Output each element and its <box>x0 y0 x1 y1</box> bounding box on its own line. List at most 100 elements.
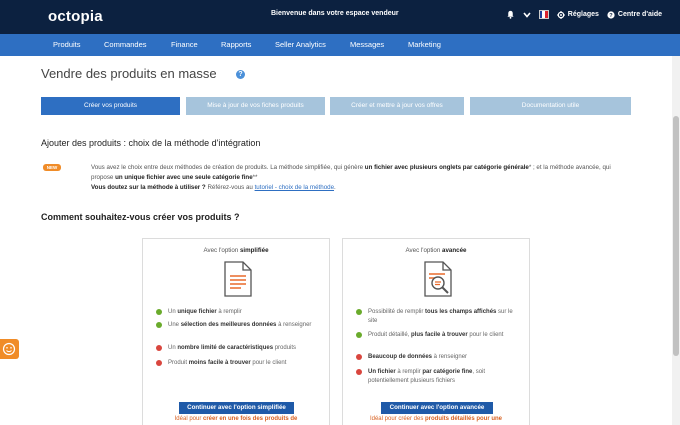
card-title-bold: simplifiée <box>239 247 269 254</box>
chat-widget-button[interactable] <box>0 339 19 359</box>
minus-icon <box>356 354 362 360</box>
check-icon <box>156 309 162 315</box>
feature-item: Un nombre limité de caractéristiques pro… <box>156 344 316 353</box>
feature-text-bold: tous les champs affichés <box>425 309 497 315</box>
feature-text-post: à remplir <box>216 309 242 315</box>
card-title-pre: Avec l'option <box>405 247 443 254</box>
tab-offres[interactable]: Créer et mettre à jour vos offres <box>330 97 464 115</box>
feature-item: Un unique fichier à remplir <box>156 308 316 317</box>
feature-item: Possibilité de remplir tous les champs a… <box>356 308 516 326</box>
feature-text-bold: moins facile à trouver <box>188 360 251 366</box>
help-circle-icon: ? <box>607 10 615 19</box>
minus-icon <box>156 360 162 366</box>
feature-text-post: pour le client <box>467 332 504 338</box>
option-card-avancee: Avec l'option avancée Possibilité de rem… <box>342 238 530 425</box>
feature-text-pre: Produit détaillé, <box>368 332 412 338</box>
feature-item: Beaucoup de données à renseigner <box>356 353 516 362</box>
intro-paragraph-1: Vous avez le choix entre deux méthodes d… <box>91 163 631 183</box>
intro-text: Vous avez le choix entre deux méthodes d… <box>91 163 631 193</box>
tab-documentation[interactable]: Documentation utile <box>470 97 631 115</box>
feature-text-pre: Une <box>168 322 181 328</box>
nav-item-finance[interactable]: Finance <box>171 40 198 49</box>
gear-icon <box>556 10 565 19</box>
feature-text-pre: Un <box>168 309 178 315</box>
check-icon <box>356 309 362 315</box>
feature-item: Un fichier à remplir par catégorie fine,… <box>356 368 516 386</box>
settings-label: Réglages <box>567 11 599 18</box>
option-card-simplifiee: Avec l'option simplifiée Un unique fichi… <box>142 238 330 425</box>
cta-note: Idéal pour créer en une fois des produit… <box>143 416 329 422</box>
feature-text-bold: unique fichier <box>177 309 217 315</box>
scrollbar-thumb[interactable] <box>673 116 679 356</box>
feature-text-pre: Produit <box>168 360 189 366</box>
cta-note: Idéal pour créer des produits détaillés … <box>343 416 529 422</box>
page-title: Vendre des produits en masse <box>41 66 217 81</box>
card-title-bold: avancée <box>442 247 467 254</box>
main-nav: Produits Commandes Finance Rapports Sell… <box>0 34 680 56</box>
feature-text-bold: nombre limité de caractéristiques <box>177 345 274 351</box>
feature-text-pre: Un <box>168 345 178 351</box>
card-title: Avec l'option simplifiée <box>143 247 329 254</box>
nav-item-rapports[interactable]: Rapports <box>221 40 251 49</box>
tab-creer-produits[interactable]: Créer vos produits <box>41 97 180 115</box>
chevron-down-icon[interactable] <box>523 11 531 18</box>
intro-paragraph-2: Vous doutez sur la méthode à utiliser ? … <box>91 183 631 193</box>
nav-item-marketing[interactable]: Marketing <box>408 40 441 49</box>
card-title: Avec l'option avancée <box>343 247 529 254</box>
feature-text-pre: Possibilité de remplir <box>368 309 426 315</box>
feature-item: Une sélection des meilleures données à r… <box>156 321 316 330</box>
card-title-pre: Avec l'option <box>203 247 240 254</box>
feature-item: Produit détaillé, plus facile à trouver … <box>356 331 516 340</box>
settings-link[interactable]: Réglages <box>556 10 599 19</box>
continue-avancee-button[interactable]: Continuer avec l'option avancée <box>381 402 493 414</box>
document-icon <box>224 261 252 297</box>
intro-text-1b: un fichier avec plusieurs onglets par ca… <box>364 164 529 171</box>
octopia-logo[interactable]: octopia <box>48 8 103 25</box>
nav-item-commandes[interactable]: Commandes <box>104 40 147 49</box>
feature-text-post: à renseigner <box>432 354 468 360</box>
intro-text-2a: Vous doutez sur la méthode à utiliser ? <box>91 184 206 191</box>
feature-text-post: pour le client <box>250 360 287 366</box>
feature-text-bold2: par catégorie fine <box>422 369 473 375</box>
smiley-icon <box>2 342 16 356</box>
intro-text-1e: ** <box>252 174 258 181</box>
top-bar: octopia Bienvenue dans votre espace vend… <box>0 0 680 34</box>
minus-icon <box>356 369 362 375</box>
help-center-link[interactable]: ? Centre d'aide <box>607 10 662 19</box>
tutorial-link[interactable]: tutoriel - choix de la méthode <box>255 184 334 191</box>
cta-note-bold: produits détaillés pour une <box>425 416 503 422</box>
svg-text:?: ? <box>609 13 613 19</box>
document-search-icon <box>424 261 452 297</box>
bell-icon[interactable] <box>506 10 515 19</box>
nav-item-messages[interactable]: Messages <box>350 40 384 49</box>
check-icon <box>356 332 362 338</box>
minus-icon <box>156 345 162 351</box>
page-scrollbar[interactable] <box>672 56 680 425</box>
welcome-message: Bienvenue dans votre espace vendeur <box>271 10 399 17</box>
continue-simplifiee-button[interactable]: Continuer avec l'option simplifiée <box>179 402 294 414</box>
intro-text-1d: un unique fichier avec une seule catégor… <box>115 174 253 181</box>
cta-note-pre: Idéal pour créer des <box>369 416 425 422</box>
intro-text-1a: Vous avez le choix entre deux méthodes d… <box>91 164 365 171</box>
feature-text-post: à remplir <box>395 369 423 375</box>
nav-item-seller-analytics[interactable]: Seller Analytics <box>275 40 326 49</box>
feature-text-bold: sélection des meilleures données <box>180 322 277 328</box>
cta-note-pre: Idéal pour <box>174 416 203 422</box>
help-icon[interactable]: ? <box>236 70 245 79</box>
nav-item-produits[interactable]: Produits <box>53 40 81 49</box>
cta-note-bold: créer en une fois des produits de <box>203 416 298 422</box>
check-icon <box>156 322 162 328</box>
section-integration-title: Ajouter des produits : choix de la métho… <box>41 138 261 148</box>
help-center-label: Centre d'aide <box>617 11 662 18</box>
new-badge: NEW <box>43 164 61 171</box>
flag-fr-icon[interactable] <box>538 10 549 19</box>
feature-text-bold: Beaucoup de données <box>368 354 433 360</box>
top-actions: Réglages ? Centre d'aide <box>506 10 662 19</box>
feature-text-bold: plus facile à trouver <box>411 332 468 338</box>
feature-text-post: produits <box>273 345 297 351</box>
section-method-title: Comment souhaitez-vous créer vos produit… <box>41 212 240 222</box>
feature-item: Produit moins facile à trouver pour le c… <box>156 359 316 368</box>
tab-mise-a-jour-fiches[interactable]: Mise à jour de vos fiches produits <box>186 97 325 115</box>
intro-text-2b: Référez-vous au <box>205 184 255 191</box>
feature-text-bold: Un fichier <box>368 369 396 375</box>
